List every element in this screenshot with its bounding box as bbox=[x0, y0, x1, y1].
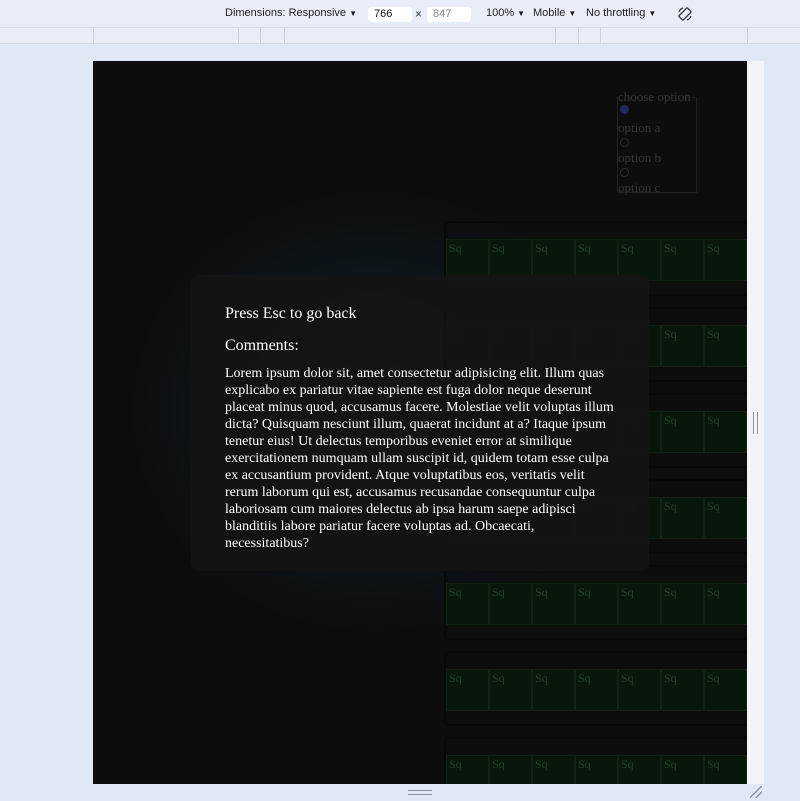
zoom-label: 100% bbox=[486, 7, 515, 19]
resize-handle-right[interactable] bbox=[753, 412, 758, 434]
caret-down-icon: ▼ bbox=[568, 8, 577, 18]
esc-hint: Press Esc to go back bbox=[225, 305, 357, 322]
comments-body: Lorem ipsum dolor sit, amet consectetur … bbox=[225, 366, 614, 551]
zoom-dropdown[interactable]: 100% ▼ bbox=[486, 7, 525, 19]
height-input[interactable]: 847 bbox=[427, 7, 471, 22]
throttling-label: No throttling bbox=[586, 7, 646, 19]
rotate-icon[interactable] bbox=[677, 6, 693, 22]
device-dropdown[interactable]: Mobile ▼ bbox=[533, 7, 576, 19]
dimensions-dropdown[interactable]: Dimensions: Responsive ▼ bbox=[225, 7, 357, 19]
caret-down-icon: ▼ bbox=[349, 8, 357, 18]
times-separator: × bbox=[415, 7, 423, 21]
media-query-ruler bbox=[0, 28, 800, 44]
comments-modal: Press Esc to go back Comments: Lorem ips… bbox=[191, 275, 649, 571]
devtools-toolbar: Dimensions: Responsive ▼ 766 × 847 100% … bbox=[0, 0, 800, 28]
caret-down-icon: ▼ bbox=[517, 8, 526, 18]
resize-handle-bottom[interactable] bbox=[408, 790, 432, 795]
resize-handle-corner[interactable] bbox=[750, 786, 762, 798]
width-input[interactable]: 766 bbox=[368, 7, 412, 22]
caret-down-icon: ▼ bbox=[648, 8, 657, 18]
dimensions-label: Dimensions: Responsive bbox=[225, 7, 347, 19]
comments-title: Comments: bbox=[225, 337, 299, 354]
device-viewport: choose option option a option b option c… bbox=[93, 61, 747, 784]
throttling-dropdown[interactable]: No throttling ▼ bbox=[586, 7, 656, 19]
device-label: Mobile bbox=[533, 7, 566, 19]
